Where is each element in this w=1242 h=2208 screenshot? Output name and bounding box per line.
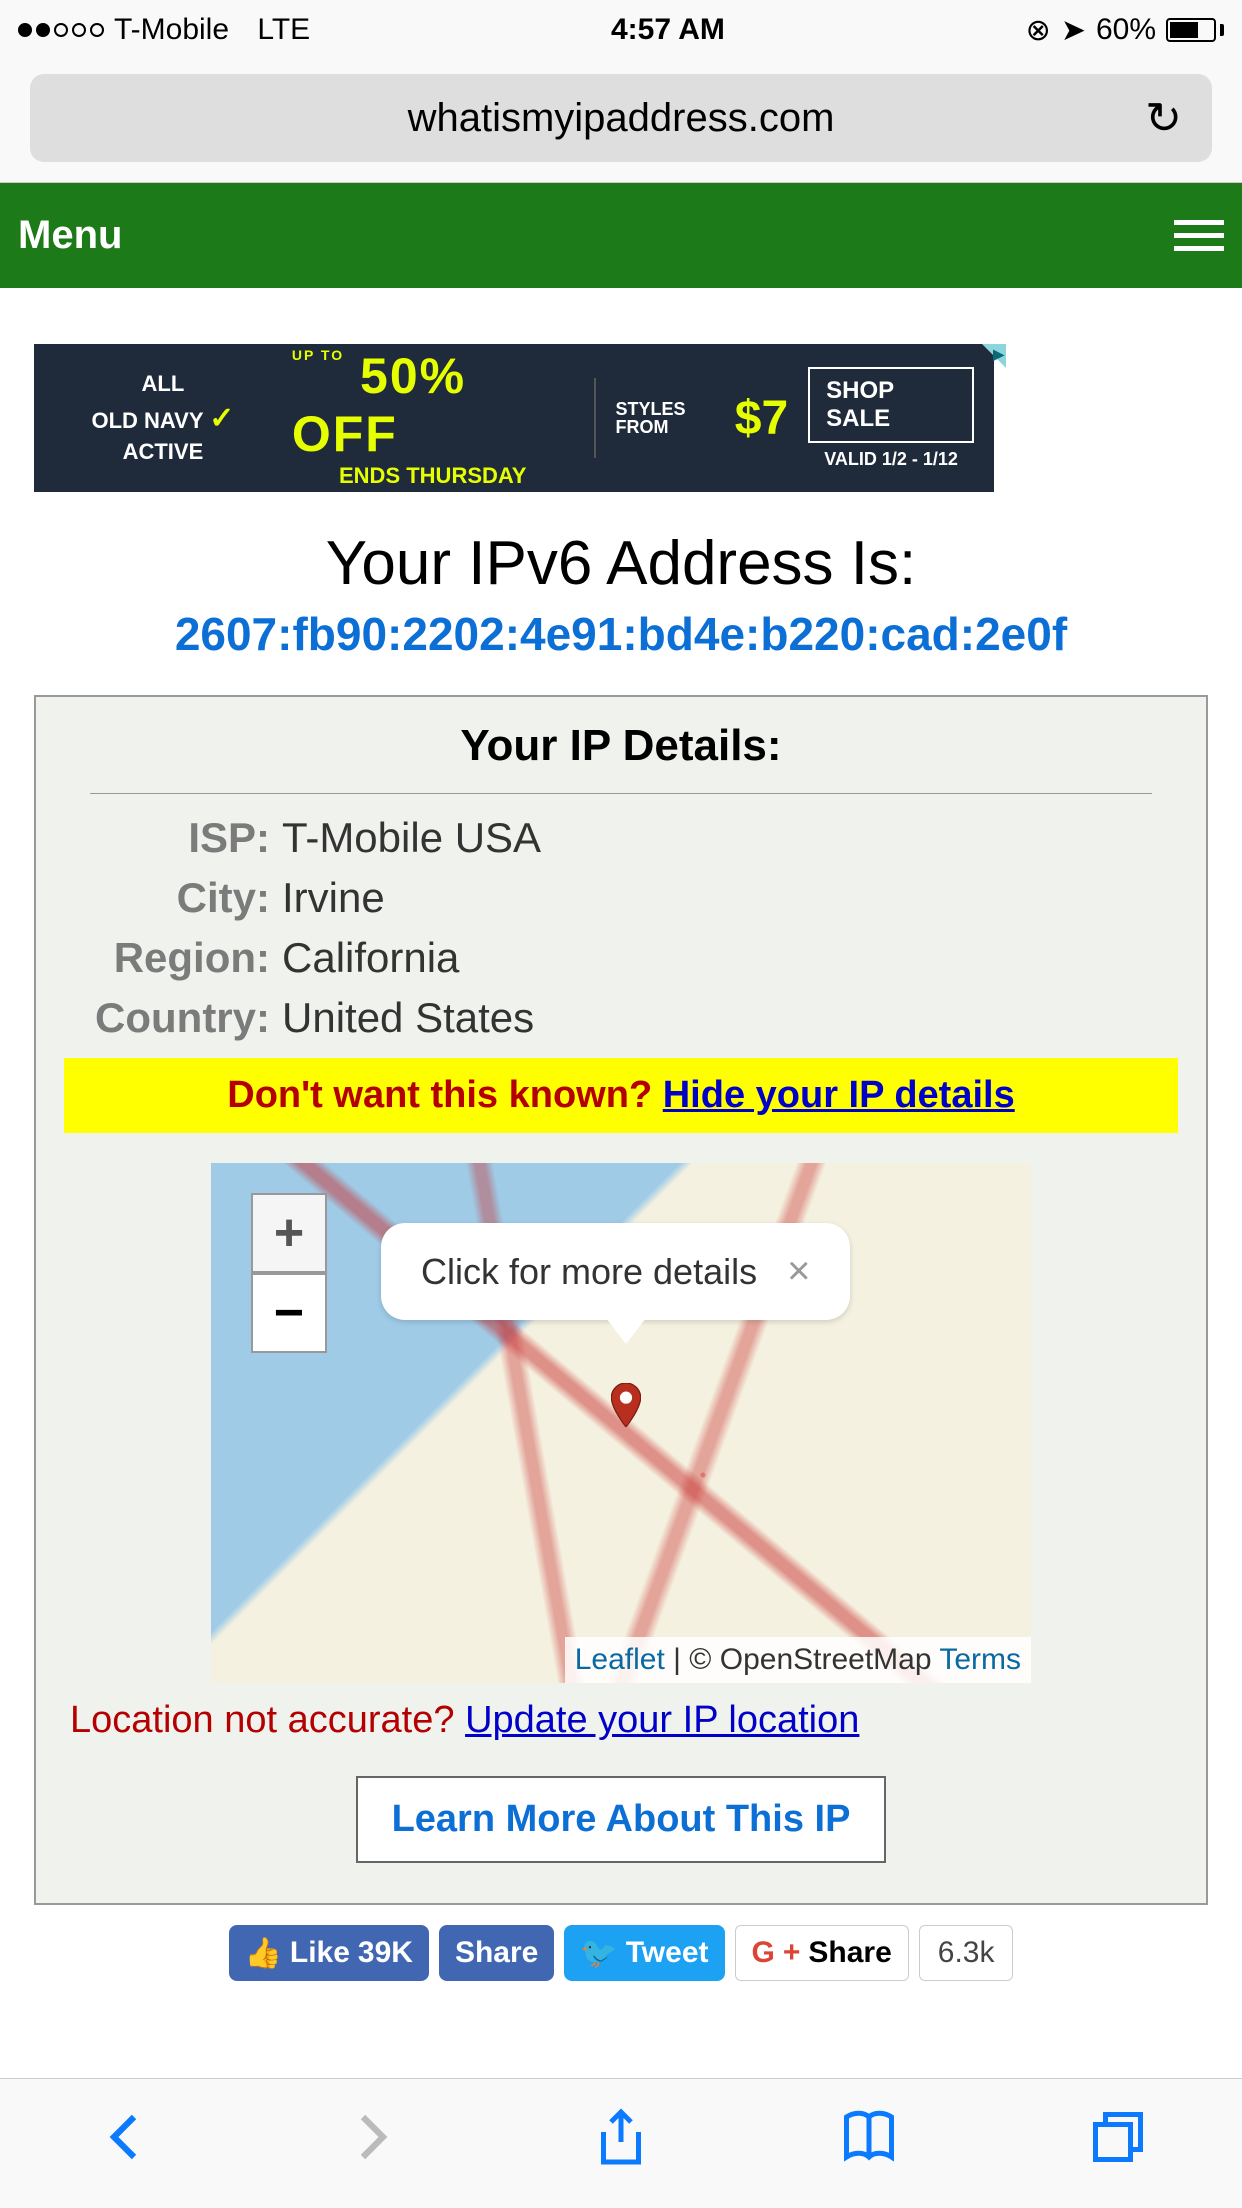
site-menu-bar: Menu bbox=[0, 183, 1242, 288]
twitter-tweet-button[interactable]: 🐦 Tweet bbox=[564, 1925, 724, 1981]
ad-shop-button[interactable]: SHOP SALE bbox=[808, 367, 974, 443]
learn-more-button[interactable]: Learn More About This IP bbox=[356, 1776, 887, 1863]
tabs-icon bbox=[1088, 2107, 1148, 2167]
ipv6-heading: Your IPv6 Address Is: bbox=[0, 528, 1242, 599]
ad-banner[interactable]: ALL OLD NAVY ✓ ACTIVE UP TO 50% OFF ENDS… bbox=[34, 344, 994, 492]
url-bar[interactable]: whatismyipaddress.com ↻ bbox=[30, 74, 1212, 162]
reload-icon[interactable]: ↻ bbox=[1145, 93, 1182, 144]
tweet-label: Tweet bbox=[626, 1936, 709, 1970]
zoom-out-button[interactable]: − bbox=[251, 1273, 327, 1353]
share-icon bbox=[591, 2107, 651, 2167]
checkmark-icon: ✓ bbox=[209, 402, 234, 435]
fb-like-label: Like bbox=[290, 1936, 350, 1970]
gplus-g-icon: G bbox=[752, 1936, 775, 1970]
update-location-link[interactable]: Update your IP location bbox=[465, 1699, 859, 1741]
ad-price: $7 bbox=[735, 391, 788, 446]
map-popup[interactable]: Click for more details × bbox=[381, 1223, 850, 1320]
details-title: Your IP Details: bbox=[50, 721, 1192, 771]
location-question: Location not accurate? bbox=[70, 1699, 465, 1741]
social-share-row: 👍 Like 39K Share 🐦 Tweet G+ Share 6.3k bbox=[0, 1925, 1242, 1981]
hide-ip-banner: Don't want this known? Hide your IP deta… bbox=[64, 1058, 1178, 1133]
status-bar: T-Mobile LTE 4:57 AM ⊗ ➤ 60% bbox=[0, 0, 1242, 60]
hide-ip-question: Don't want this known? bbox=[227, 1074, 662, 1116]
fb-like-count: 39K bbox=[358, 1936, 413, 1970]
city-label: City: bbox=[70, 874, 270, 922]
osm-text: OpenStreetMap bbox=[720, 1643, 940, 1676]
bookmarks-button[interactable] bbox=[839, 2107, 899, 2181]
location-arrow-icon: ➤ bbox=[1061, 13, 1086, 48]
back-button[interactable] bbox=[94, 2107, 154, 2181]
forward-button[interactable] bbox=[343, 2107, 403, 2181]
city-value: Irvine bbox=[282, 874, 385, 922]
location-map[interactable]: + − Click for more details × Leaflet | ©… bbox=[211, 1163, 1031, 1683]
country-value: United States bbox=[282, 994, 534, 1042]
map-popup-text: Click for more details bbox=[421, 1251, 757, 1293]
detail-row-country: Country: United States bbox=[70, 994, 1172, 1042]
detail-row-isp: ISP: T-Mobile USA bbox=[70, 814, 1172, 862]
ad-text-active: ACTIVE bbox=[123, 439, 204, 464]
detail-row-city: City: Irvine bbox=[70, 874, 1172, 922]
tabs-button[interactable] bbox=[1088, 2107, 1148, 2181]
signal-dots-icon bbox=[18, 23, 104, 37]
leaflet-link[interactable]: Leaflet bbox=[575, 1643, 665, 1676]
status-time: 4:57 AM bbox=[611, 13, 725, 47]
browser-toolbar bbox=[0, 2078, 1242, 2208]
facebook-share-button[interactable]: Share bbox=[439, 1925, 554, 1981]
terms-link[interactable]: Terms bbox=[939, 1643, 1021, 1676]
ad-text-oldnavy: OLD NAVY bbox=[91, 408, 203, 433]
region-value: California bbox=[282, 934, 459, 982]
ip-details-box: Your IP Details: ISP: T-Mobile USA City:… bbox=[34, 695, 1208, 1905]
url-bar-container: whatismyipaddress.com ↻ bbox=[0, 60, 1242, 183]
map-pin-icon[interactable] bbox=[611, 1383, 641, 1427]
menu-label[interactable]: Menu bbox=[18, 213, 122, 258]
ad-text-all: ALL bbox=[54, 370, 272, 399]
close-icon[interactable]: × bbox=[787, 1249, 810, 1294]
carrier-label: T-Mobile bbox=[114, 13, 229, 47]
battery-icon bbox=[1166, 18, 1224, 42]
ad-styles-from: STYLES FROM bbox=[616, 400, 735, 436]
twitter-bird-icon: 🐦 bbox=[580, 1936, 617, 1971]
detail-row-region: Region: California bbox=[70, 934, 1172, 982]
hamburger-icon[interactable] bbox=[1174, 220, 1224, 251]
facebook-like-button[interactable]: 👍 Like 39K bbox=[229, 1925, 429, 1981]
ad-valid-dates: VALID 1/2 - 1/12 bbox=[824, 449, 958, 470]
chevron-left-icon bbox=[94, 2107, 154, 2167]
ipv6-address[interactable]: 2607:fb90:2202:4e91:bd4e:b220:cad:2e0f bbox=[0, 607, 1242, 661]
orientation-lock-icon: ⊗ bbox=[1026, 13, 1051, 48]
share-count: 6.3k bbox=[919, 1925, 1014, 1981]
isp-value: T-Mobile USA bbox=[282, 814, 541, 862]
gplus-share-label: Share bbox=[808, 1936, 891, 1970]
gplus-plus-icon: + bbox=[783, 1936, 801, 1970]
hide-ip-link[interactable]: Hide your IP details bbox=[663, 1074, 1015, 1116]
ad-up-to: UP TO bbox=[292, 347, 344, 363]
network-label: LTE bbox=[257, 13, 310, 47]
attrib-separator: | © bbox=[673, 1643, 720, 1676]
region-label: Region: bbox=[70, 934, 270, 982]
map-attribution: Leaflet | © OpenStreetMap Terms bbox=[565, 1637, 1031, 1683]
book-icon bbox=[839, 2107, 899, 2167]
fb-share-label: Share bbox=[455, 1936, 538, 1970]
location-inaccurate-line: Location not accurate? Update your IP lo… bbox=[70, 1699, 1172, 1742]
ad-ends: ENDS THURSDAY bbox=[339, 463, 526, 489]
isp-label: ISP: bbox=[70, 814, 270, 862]
google-plus-share-button[interactable]: G+ Share bbox=[735, 1925, 909, 1981]
share-button[interactable] bbox=[591, 2107, 651, 2181]
battery-percent: 60% bbox=[1096, 13, 1156, 47]
url-text: whatismyipaddress.com bbox=[408, 96, 835, 141]
adchoices-icon[interactable] bbox=[982, 344, 1006, 368]
zoom-in-button[interactable]: + bbox=[251, 1193, 327, 1273]
chevron-right-icon bbox=[343, 2107, 403, 2167]
thumbs-up-icon: 👍 bbox=[245, 1936, 282, 1971]
ad-percent: 50% OFF bbox=[292, 348, 466, 462]
country-label: Country: bbox=[70, 994, 270, 1042]
